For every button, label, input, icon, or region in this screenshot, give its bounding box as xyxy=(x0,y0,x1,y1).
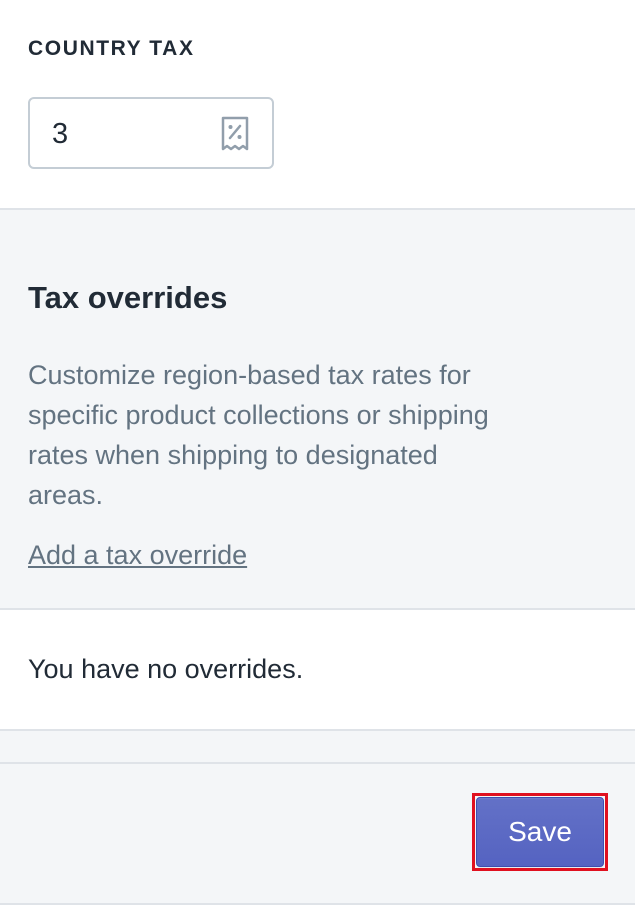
empty-overrides-message: You have no overrides. xyxy=(28,654,304,684)
overrides-list-card: You have no overrides. xyxy=(0,608,635,731)
country-tax-input[interactable]: 3 xyxy=(28,97,274,169)
add-tax-override-link[interactable]: Add a tax override xyxy=(28,540,247,571)
footer-divider xyxy=(0,762,635,764)
country-tax-card: COUNTRY TAX 3 xyxy=(0,0,635,210)
tax-overrides-heading: Tax overrides xyxy=(28,280,228,315)
country-tax-value[interactable]: 3 xyxy=(52,118,68,151)
save-button[interactable]: Save xyxy=(476,797,604,867)
tax-overrides-description: Customize region-based tax rates for spe… xyxy=(28,360,489,510)
country-tax-label: COUNTRY TAX xyxy=(28,37,195,60)
receipt-percent-icon xyxy=(221,116,249,151)
